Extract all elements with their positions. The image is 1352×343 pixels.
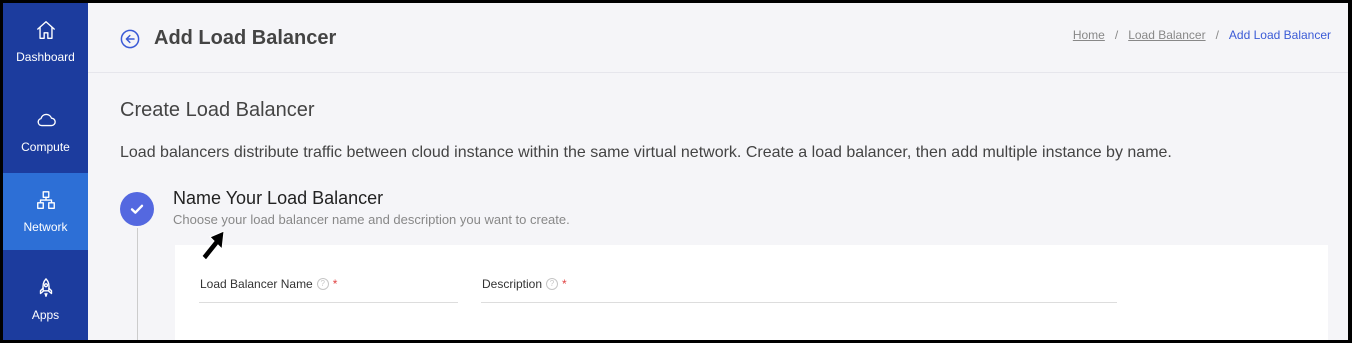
check-icon — [130, 204, 144, 214]
step-subtitle: Choose your load balancer name and descr… — [173, 212, 570, 227]
sidebar-item-compute[interactable]: Compute — [3, 93, 88, 170]
breadcrumb-home-link[interactable]: Home — [1073, 28, 1105, 42]
description-field: Description ? * — [481, 277, 1120, 303]
page-title: Add Load Balancer — [154, 27, 337, 49]
app-window: Dashboard Compute Network Apps Add Load … — [3, 3, 1348, 340]
sidebar-item-apps[interactable]: Apps — [3, 261, 88, 338]
intro-text: Load balancers distribute traffic betwee… — [120, 144, 1172, 161]
step-status — [120, 192, 154, 226]
description-input[interactable] — [482, 285, 1120, 303]
sidebar-item-label: Apps — [31, 308, 60, 322]
load-balancer-name-field: Load Balancer Name ? * — [199, 277, 462, 303]
sidebar-item-label: Network — [23, 220, 68, 234]
breadcrumb-separator: / — [1114, 28, 1119, 42]
sidebar-item-network[interactable]: Network — [3, 173, 88, 250]
section-title: Create Load Balancer — [120, 99, 315, 121]
cloud-icon — [37, 113, 56, 127]
step-connector — [137, 228, 138, 340]
mouse-pointer-icon — [201, 230, 225, 261]
main-content: Create Load Balancer Load balancers dist… — [88, 73, 1348, 340]
arrow-left-circle-icon — [120, 29, 140, 49]
sidebar-item-label: Compute — [21, 140, 70, 154]
input-underline — [481, 302, 1117, 303]
form-card: Load Balancer Name ? * Description ? * — [175, 245, 1328, 340]
back-button[interactable] — [120, 29, 140, 49]
sidebar-item-label: Dashboard — [16, 50, 75, 64]
page-header: Add Load Balancer Home / Load Balancer /… — [88, 3, 1348, 73]
breadcrumb-load-balancer-link[interactable]: Load Balancer — [1128, 28, 1205, 42]
sidebar-item-dashboard[interactable]: Dashboard — [3, 3, 88, 80]
step-title: Name Your Load Balancer — [173, 188, 384, 208]
breadcrumb-separator: / — [1215, 28, 1219, 42]
sidebar: Dashboard Compute Network Apps — [3, 3, 88, 340]
load-balancer-name-input[interactable] — [200, 285, 462, 303]
input-underline — [199, 302, 458, 303]
rocket-icon — [39, 278, 52, 297]
home-icon — [36, 21, 55, 39]
breadcrumb-current: Add Load Balancer — [1228, 28, 1331, 42]
breadcrumb: Home / Load Balancer / Add Load Balancer — [1073, 28, 1331, 42]
network-icon — [36, 191, 55, 209]
